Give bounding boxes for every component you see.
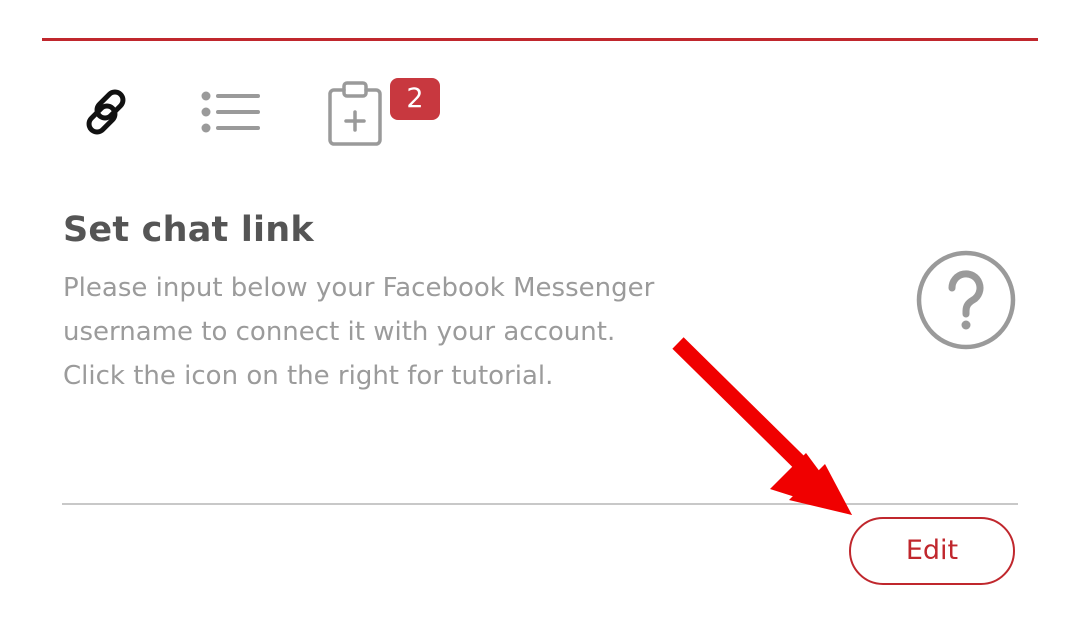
section-title: Set chat link [63,210,314,250]
section-description: Please input below your Facebook Messeng… [63,266,823,398]
link-icon[interactable] [80,86,132,138]
section-divider [62,503,1018,505]
chat-link-panel: 2 Set chat link Please input below your … [0,0,1080,640]
description-line: Click the icon on the right for tutorial… [63,361,554,391]
list-icon[interactable] [200,88,262,136]
notification-badge: 2 [390,78,440,120]
top-accent-rule [42,38,1038,41]
question-circle-icon[interactable] [914,248,1018,352]
description-line: Please input below your Facebook Messeng… [63,273,655,303]
edit-button[interactable]: Edit [849,517,1015,585]
clipboard-plus-icon[interactable] [324,78,390,150]
description-line: username to connect it with your account… [63,317,616,347]
